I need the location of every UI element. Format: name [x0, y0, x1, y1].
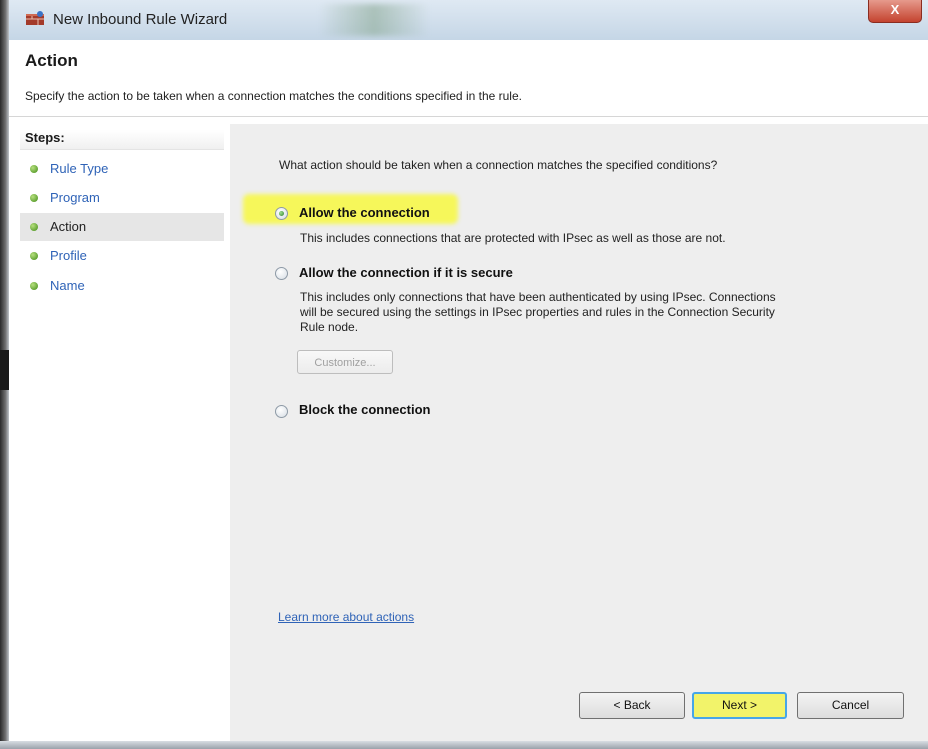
- back-button[interactable]: < Back: [579, 692, 685, 719]
- window-title: New Inbound Rule Wizard: [53, 11, 228, 28]
- step-label: Profile: [50, 248, 87, 263]
- step-label: Program: [50, 190, 100, 205]
- firewall-app-icon: [26, 11, 44, 25]
- cancel-button[interactable]: Cancel: [797, 692, 904, 719]
- learn-more-link[interactable]: Learn more about actions: [278, 610, 414, 624]
- allow-if-secure-label[interactable]: Allow the connection if it is secure: [299, 265, 513, 280]
- title-bar-background-blur: [319, 4, 429, 36]
- description-line: This includes only connections that have…: [300, 290, 776, 304]
- allow-if-secure-radio[interactable]: [275, 267, 288, 280]
- main-panel: What action should be taken when a conne…: [230, 124, 928, 741]
- allow-connection-description: This includes connections that are prote…: [300, 231, 726, 245]
- step-program[interactable]: Program: [20, 184, 224, 212]
- next-button[interactable]: Next >: [692, 692, 787, 719]
- step-label: Rule Type: [50, 161, 109, 176]
- window-bottom-edge: [0, 741, 928, 749]
- green-bullet-icon: [30, 223, 38, 231]
- step-action: Action: [20, 213, 224, 241]
- allow-connection-label[interactable]: Allow the connection: [299, 205, 430, 220]
- close-button[interactable]: X: [868, 0, 922, 23]
- step-name[interactable]: Name: [20, 272, 224, 300]
- allow-connection-radio[interactable]: [275, 207, 288, 220]
- step-label: Name: [50, 278, 85, 293]
- block-connection-radio[interactable]: [275, 405, 288, 418]
- action-question: What action should be taken when a conne…: [279, 158, 718, 172]
- title-bar[interactable]: New Inbound Rule Wizard X: [9, 0, 928, 40]
- wizard-header: Action Specify the action to be taken wh…: [9, 40, 928, 117]
- window-edge-shadow: [0, 350, 9, 390]
- steps-title: Steps:: [20, 130, 224, 150]
- description-line: will be secured using the settings in IP…: [300, 305, 775, 319]
- page-subtitle: Specify the action to be taken when a co…: [25, 89, 522, 103]
- green-bullet-icon: [30, 165, 38, 173]
- green-bullet-icon: [30, 194, 38, 202]
- customize-button[interactable]: Customize...: [297, 350, 393, 374]
- description-line: Rule node.: [300, 320, 359, 334]
- step-profile[interactable]: Profile: [20, 242, 224, 270]
- steps-sidebar: Steps: Rule Type Program Action Profile …: [9, 124, 230, 741]
- step-rule-type[interactable]: Rule Type: [20, 155, 224, 183]
- block-connection-label[interactable]: Block the connection: [299, 402, 430, 417]
- allow-if-secure-description: This includes only connections that have…: [300, 290, 776, 335]
- step-label: Action: [50, 219, 87, 234]
- page-title: Action: [25, 51, 78, 70]
- green-bullet-icon: [30, 252, 38, 260]
- green-bullet-icon: [30, 282, 38, 290]
